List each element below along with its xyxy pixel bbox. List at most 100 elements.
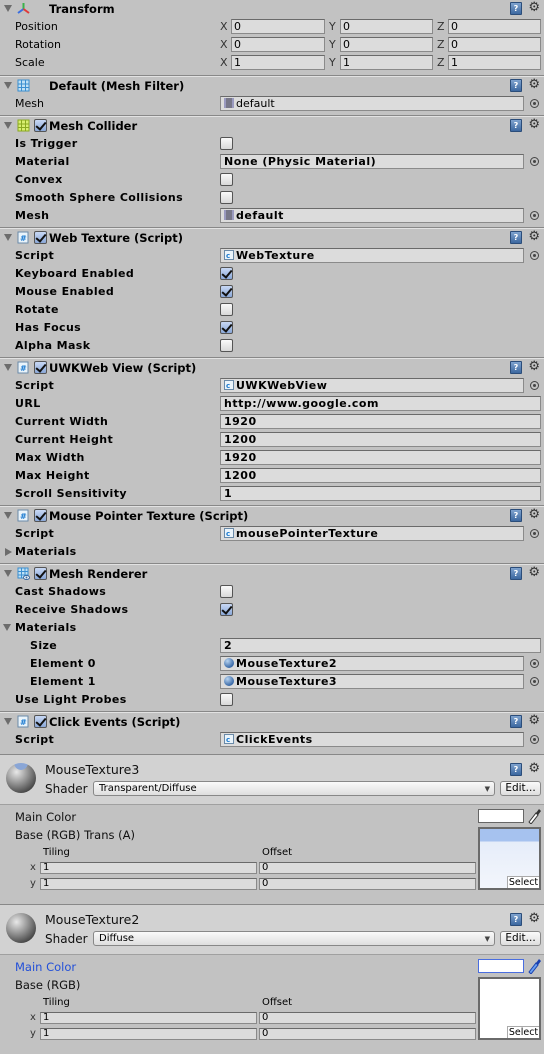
mesh-renderer-header[interactable]: Mesh Renderer ? ⚙ bbox=[0, 565, 544, 583]
scroll-sensitivity-input[interactable]: 1 bbox=[220, 486, 541, 501]
offset-y-input[interactable]: 0 bbox=[259, 1028, 476, 1040]
position-x-field[interactable]: 0 bbox=[231, 19, 325, 34]
gear-icon[interactable]: ⚙ bbox=[528, 507, 540, 522]
materials-foldout[interactable]: Materials bbox=[0, 619, 544, 637]
position-y-field[interactable]: 0 bbox=[340, 19, 433, 34]
help-icon[interactable]: ? bbox=[510, 231, 522, 244]
gear-icon[interactable]: ⚙ bbox=[528, 0, 540, 15]
offset-x-input[interactable]: 0 bbox=[259, 1012, 476, 1024]
object-picker-icon[interactable] bbox=[530, 157, 539, 166]
gear-icon[interactable]: ⚙ bbox=[528, 117, 540, 132]
eyedropper-icon[interactable] bbox=[527, 808, 541, 824]
fold-arrow-icon[interactable] bbox=[5, 548, 12, 556]
gear-icon[interactable]: ⚙ bbox=[528, 761, 540, 776]
offset-y-input[interactable]: 0 bbox=[259, 878, 476, 890]
is-trigger-checkbox[interactable] bbox=[220, 137, 233, 150]
receive-shadows-checkbox[interactable] bbox=[220, 603, 233, 616]
object-picker-icon[interactable] bbox=[530, 251, 539, 260]
edit-shader-button[interactable]: Edit... bbox=[500, 931, 541, 946]
uwk-web-view-header[interactable]: # UWKWeb View (Script) ? ⚙ bbox=[0, 359, 544, 377]
help-icon[interactable]: ? bbox=[510, 2, 522, 15]
mesh-field[interactable]: default bbox=[220, 208, 524, 223]
main-color-swatch[interactable] bbox=[478, 809, 524, 823]
fold-arrow-icon[interactable] bbox=[4, 122, 12, 129]
help-icon[interactable]: ? bbox=[510, 361, 522, 374]
fold-arrow-icon[interactable] bbox=[4, 570, 12, 577]
web-texture-header[interactable]: # Web Texture (Script) ? ⚙ bbox=[0, 229, 544, 247]
help-icon[interactable]: ? bbox=[510, 79, 522, 92]
size-input[interactable]: 2 bbox=[220, 638, 541, 653]
object-picker-icon[interactable] bbox=[530, 735, 539, 744]
object-picker-icon[interactable] bbox=[530, 659, 539, 668]
enable-checkbox[interactable] bbox=[34, 119, 47, 132]
select-texture-button[interactable]: Select bbox=[507, 1026, 539, 1038]
enable-checkbox[interactable] bbox=[34, 567, 47, 580]
mesh-filter-header[interactable]: Default (Mesh Filter) ? ⚙ bbox=[0, 77, 544, 95]
element-1-field[interactable]: MouseTexture3 bbox=[220, 674, 524, 689]
current-width-input[interactable]: 1920 bbox=[220, 414, 541, 429]
enable-checkbox[interactable] bbox=[34, 231, 47, 244]
mesh-field[interactable]: default bbox=[220, 96, 524, 111]
material-field[interactable]: None (Physic Material) bbox=[220, 154, 524, 169]
enable-checkbox[interactable] bbox=[34, 715, 47, 728]
gear-icon[interactable]: ⚙ bbox=[528, 229, 540, 244]
object-picker-icon[interactable] bbox=[530, 529, 539, 538]
offset-x-input[interactable]: 0 bbox=[259, 862, 476, 874]
alpha-mask-checkbox[interactable] bbox=[220, 339, 233, 352]
edit-shader-button[interactable]: Edit... bbox=[500, 781, 541, 796]
has-focus-checkbox[interactable] bbox=[220, 321, 233, 334]
help-icon[interactable]: ? bbox=[510, 119, 522, 132]
main-color-swatch[interactable] bbox=[478, 959, 524, 973]
eyedropper-icon[interactable] bbox=[527, 958, 541, 974]
current-height-input[interactable]: 1200 bbox=[220, 432, 541, 447]
shader-dropdown[interactable]: Diffuse ▼ bbox=[93, 931, 495, 946]
fold-arrow-icon[interactable] bbox=[4, 82, 12, 89]
fold-arrow-icon[interactable] bbox=[4, 718, 12, 725]
texture-slot[interactable]: Select bbox=[478, 977, 541, 1040]
help-icon[interactable]: ? bbox=[510, 913, 522, 926]
help-icon[interactable]: ? bbox=[510, 567, 522, 580]
click-events-header[interactable]: # Click Events (Script) ? ⚙ bbox=[0, 713, 544, 731]
transform-header[interactable]: Transform ? ⚙ bbox=[0, 0, 544, 18]
enable-checkbox[interactable] bbox=[34, 361, 47, 374]
object-picker-icon[interactable] bbox=[530, 677, 539, 686]
gear-icon[interactable]: ⚙ bbox=[528, 359, 540, 374]
enable-checkbox[interactable] bbox=[34, 509, 47, 522]
use-light-probes-checkbox[interactable] bbox=[220, 693, 233, 706]
object-picker-icon[interactable] bbox=[530, 99, 539, 108]
fold-arrow-icon[interactable] bbox=[4, 234, 12, 241]
mouse-enabled-checkbox[interactable] bbox=[220, 285, 233, 298]
gear-icon[interactable]: ⚙ bbox=[528, 911, 540, 926]
gear-icon[interactable]: ⚙ bbox=[528, 77, 540, 92]
script-field[interactable]: c mousePointerTexture bbox=[220, 526, 524, 541]
object-picker-icon[interactable] bbox=[530, 211, 539, 220]
max-width-input[interactable]: 1920 bbox=[220, 450, 541, 465]
rotation-y-field[interactable]: 0 bbox=[340, 37, 433, 52]
keyboard-enabled-checkbox[interactable] bbox=[220, 267, 233, 280]
cast-shadows-checkbox[interactable] bbox=[220, 585, 233, 598]
tiling-y-input[interactable]: 1 bbox=[40, 878, 257, 890]
scale-x-field[interactable]: 1 bbox=[231, 55, 325, 70]
convex-checkbox[interactable] bbox=[220, 173, 233, 186]
script-field[interactable]: c UWKWebView bbox=[220, 378, 524, 393]
fold-arrow-icon[interactable] bbox=[3, 624, 11, 631]
gear-icon[interactable]: ⚙ bbox=[528, 713, 540, 728]
tiling-x-input[interactable]: 1 bbox=[40, 862, 257, 874]
rotation-z-field[interactable]: 0 bbox=[448, 37, 541, 52]
rotation-x-field[interactable]: 0 bbox=[231, 37, 325, 52]
materials-foldout[interactable]: Materials bbox=[0, 543, 544, 561]
position-z-field[interactable]: 0 bbox=[448, 19, 541, 34]
rotate-checkbox[interactable] bbox=[220, 303, 233, 316]
mouse-pointer-texture-header[interactable]: # Mouse Pointer Texture (Script) ? ⚙ bbox=[0, 507, 544, 525]
texture-slot[interactable]: Select bbox=[478, 827, 541, 890]
tiling-x-input[interactable]: 1 bbox=[40, 1012, 257, 1024]
shader-dropdown[interactable]: Transparent/Diffuse ▼ bbox=[93, 781, 495, 796]
url-input[interactable]: http://www.google.com bbox=[220, 396, 541, 411]
help-icon[interactable]: ? bbox=[510, 763, 522, 776]
help-icon[interactable]: ? bbox=[510, 715, 522, 728]
fold-arrow-icon[interactable] bbox=[4, 364, 12, 371]
fold-arrow-icon[interactable] bbox=[4, 5, 12, 12]
select-texture-button[interactable]: Select bbox=[507, 876, 539, 888]
mesh-collider-header[interactable]: Mesh Collider ? ⚙ bbox=[0, 117, 544, 135]
object-picker-icon[interactable] bbox=[530, 381, 539, 390]
